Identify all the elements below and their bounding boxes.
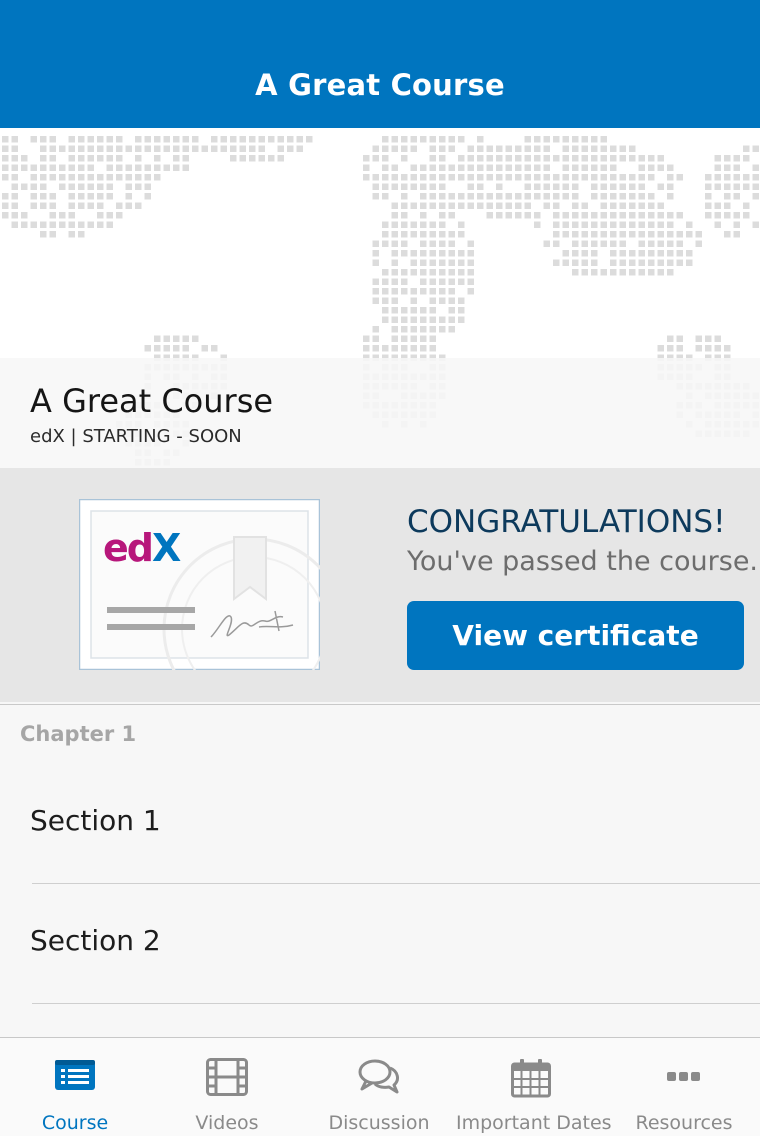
course-hero: A Great Course edX | STARTING - SOON [0,128,760,468]
section-row-2[interactable]: Section 2 [0,884,760,1004]
tab-bar: Course Videos Discussion Important Dates… [0,1037,760,1136]
navigation-bar: A Great Course [0,0,760,128]
calendar-icon [511,1059,551,1098]
navbar-title: A Great Course [255,68,505,102]
passed-message: You've passed the course. [407,546,759,577]
tab-label: Videos [195,1112,259,1134]
tab-videos[interactable]: Videos [152,1038,302,1136]
film-icon [206,1058,248,1096]
section-label: Section 1 [30,804,161,837]
course-list-icon [55,1060,95,1090]
view-certificate-button[interactable]: View certificate [407,601,744,670]
course-info: A Great Course edX | STARTING - SOON [0,358,760,468]
tab-course[interactable]: Course [0,1038,150,1136]
congratulations-heading: CONGRATULATIONS! [407,504,726,540]
course-subtitle: edX | STARTING - SOON [30,426,242,447]
tab-label: Important Dates [456,1112,612,1134]
course-title: A Great Course [30,382,274,420]
certificate-image: edX [79,499,320,670]
row-separator [32,1003,760,1004]
tab-discussion[interactable]: Discussion [304,1038,454,1136]
tab-label: Course [41,1112,109,1134]
chat-bubbles-icon [358,1059,399,1094]
section-row-1[interactable]: Section 1 [0,764,760,884]
more-dots-icon [667,1072,700,1081]
tab-resources[interactable]: Resources [608,1038,760,1136]
tab-important-dates[interactable]: Important Dates [456,1038,612,1136]
certificate-banner: edX CONGRATULATIONS! You've passed the c… [0,468,760,702]
tab-label: Discussion [328,1112,430,1134]
section-label: Section 2 [30,924,161,957]
divider [0,704,760,705]
chapter-header: Chapter 1 [20,722,137,746]
tab-label: Resources [635,1112,733,1134]
edx-logo: edX [103,526,181,570]
